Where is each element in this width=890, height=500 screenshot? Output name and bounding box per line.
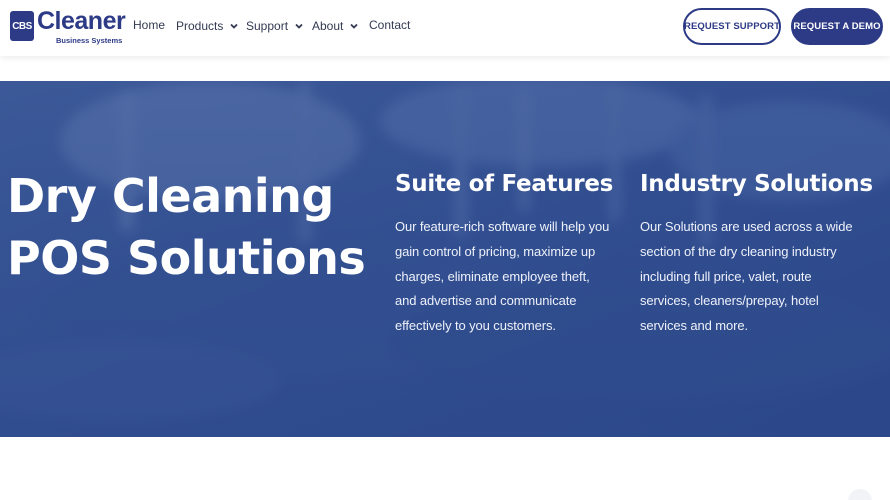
industry-description: Our Solutions are used across a wide sec… xyxy=(640,219,853,334)
chevron-down-icon xyxy=(295,23,303,29)
hero-section: Dry Cleaning POS Solutions Suite of Feat… xyxy=(0,81,890,437)
page-content-below xyxy=(0,437,890,500)
chevron-down-icon xyxy=(350,23,358,29)
logo-name: Cleaner xyxy=(37,7,126,35)
logo-mark: CBS xyxy=(10,11,34,41)
nav-products[interactable]: Products xyxy=(176,19,239,33)
nav-home-label: Home xyxy=(133,18,166,32)
site-header: CBS Cleaner Business Systems Home Produc… xyxy=(0,0,890,56)
request-support-button[interactable]: REQUEST SUPPORT xyxy=(683,8,781,45)
nav-contact[interactable]: Contact xyxy=(369,18,410,32)
nav-contact-label: Contact xyxy=(369,18,411,32)
decorative-circle xyxy=(848,489,872,500)
features-title: Suite of Features xyxy=(395,171,614,197)
hero-title: Dry Cleaning POS Solutions xyxy=(7,169,366,285)
nav-support[interactable]: Support xyxy=(246,19,304,33)
chevron-down-icon xyxy=(230,23,238,29)
nav-products-label: Products xyxy=(176,19,224,33)
nav-about-label: About xyxy=(312,19,344,33)
logo-subtitle: Business Systems xyxy=(56,36,123,45)
nav-about[interactable]: About xyxy=(312,19,359,33)
nav-support-label: Support xyxy=(246,19,289,33)
features-description: Our feature-rich software will help you … xyxy=(395,219,610,334)
industry-title: Industry Solutions xyxy=(640,171,873,197)
logo[interactable]: CBS Cleaner Business Systems xyxy=(10,7,126,45)
nav-home[interactable]: Home xyxy=(133,18,165,32)
request-demo-button[interactable]: REQUEST A DEMO xyxy=(791,8,883,45)
